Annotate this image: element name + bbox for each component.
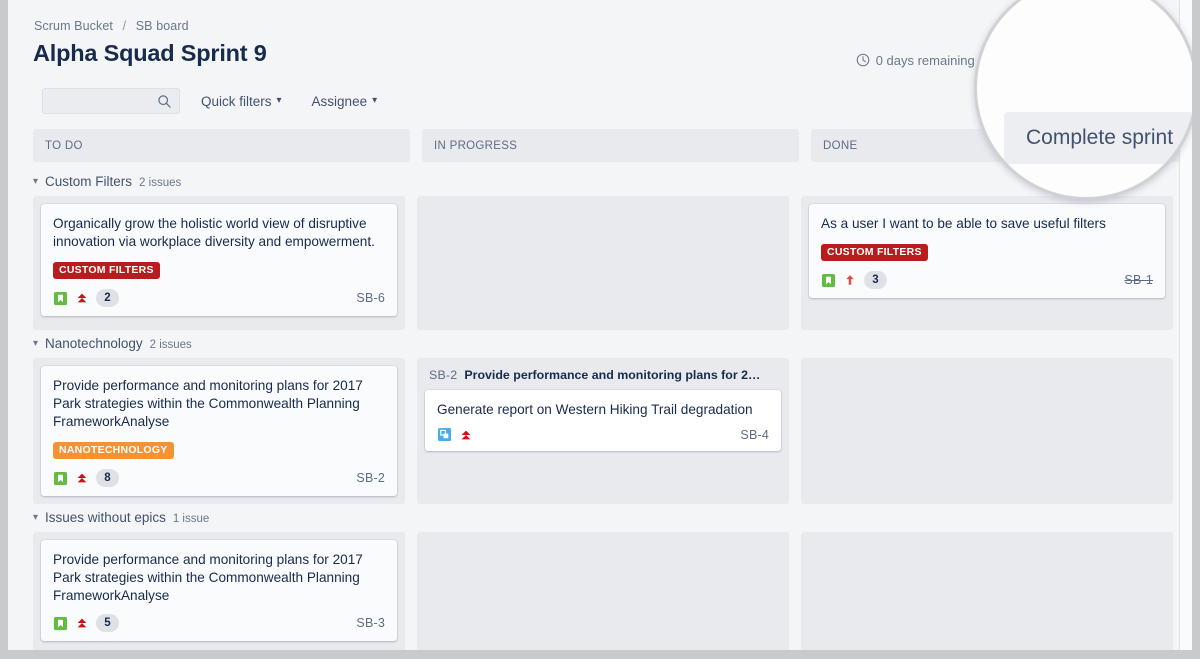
epic-label[interactable]: CUSTOM FILTERS <box>53 262 160 279</box>
swimlane-name: Custom Filters <box>45 174 132 189</box>
issue-key[interactable]: SB-2 <box>356 471 385 485</box>
breadcrumb-project[interactable]: Scrum Bucket <box>34 19 113 33</box>
priority-high-icon <box>843 273 857 287</box>
issue-key[interactable]: SB-1 <box>1124 273 1153 287</box>
story-icon <box>53 471 68 486</box>
lane-cell-todo[interactable]: Provide performance and monitoring plans… <box>33 532 405 650</box>
issue-card-footer: 2 SB-6 <box>53 289 385 307</box>
lane-cell-done[interactable]: As a user I want to be able to save usef… <box>801 196 1173 330</box>
magnifier-content: Complete sprint <box>977 0 1192 200</box>
parent-issue-key[interactable]: SB-2 <box>429 368 457 382</box>
lane-cell-inprogress[interactable] <box>417 196 789 330</box>
lane-cell-inprogress[interactable]: SB-2 Provide performance and monitoring … <box>417 358 789 504</box>
issue-key[interactable]: SB-3 <box>356 616 385 630</box>
parent-issue-summary: Provide performance and monitoring plans… <box>464 368 764 382</box>
chevron-down-icon[interactable]: ▾ <box>33 177 38 187</box>
chevron-down-icon: ▾ <box>277 96 282 106</box>
priority-highest-icon <box>75 291 89 305</box>
issue-card[interactable]: As a user I want to be able to save usef… <box>809 204 1165 298</box>
swimlane-header[interactable]: ▾ Nanotechnology 2 issues <box>33 330 1173 358</box>
column-header-label: IN PROGRESS <box>434 140 517 152</box>
issue-card-footer: 5 SB-3 <box>53 614 385 632</box>
quick-filters-dropdown[interactable]: Quick filters ▾ <box>192 89 291 114</box>
story-icon <box>821 273 836 288</box>
epic-label[interactable]: NANOTECHNOLOGY <box>53 442 174 459</box>
page-title: Alpha Squad Sprint 9 <box>33 40 267 67</box>
swimlane-row: Provide performance and monitoring plans… <box>33 358 1173 504</box>
story-points-badge: 2 <box>96 289 119 307</box>
lane-cell-done[interactable] <box>801 532 1173 650</box>
browser-window: Scrum Bucket / SB board Alpha Squad Spri… <box>8 0 1192 650</box>
issue-summary: Provide performance and monitoring plans… <box>53 377 385 431</box>
clock-icon <box>856 53 870 67</box>
issue-summary: Organically grow the holistic world view… <box>53 215 385 251</box>
column-header-label: TO DO <box>45 140 83 152</box>
story-icon <box>53 291 68 306</box>
lane-cell-done[interactable] <box>801 358 1173 504</box>
swimlane-issue-count: 2 issues <box>139 177 181 189</box>
priority-highest-icon <box>459 428 473 442</box>
issue-summary: Generate report on Western Hiking Trail … <box>437 401 769 419</box>
issue-card-footer: SB-4 <box>437 427 769 442</box>
issue-card-footer: 3 SB-1 <box>821 271 1153 289</box>
search-icon <box>157 94 172 109</box>
search-field[interactable] <box>42 88 180 114</box>
subtask-parent-group: SB-2 Provide performance and monitoring … <box>425 366 781 451</box>
swimlane-name: Nanotechnology <box>45 336 143 351</box>
epic-label[interactable]: CUSTOM FILTERS <box>821 244 928 261</box>
board-swimlanes: ▾ Custom Filters 2 issues Organically gr… <box>33 168 1173 650</box>
issue-key[interactable]: SB-4 <box>740 428 769 442</box>
empty-lane-cell <box>809 540 1165 650</box>
issue-summary: As a user I want to be able to save usef… <box>821 215 1153 233</box>
quick-filters-label: Quick filters <box>201 94 272 109</box>
swimlane-name: Issues without epics <box>45 510 166 525</box>
issue-key[interactable]: SB-6 <box>356 291 385 305</box>
assignee-dropdown[interactable]: Assignee ▾ <box>303 89 387 114</box>
breadcrumb-separator: / <box>123 19 127 33</box>
swimlane-nanotechnology: ▾ Nanotechnology 2 issues Provide perfor… <box>33 330 1173 504</box>
swimlane-row: Provide performance and monitoring plans… <box>33 532 1173 650</box>
issue-summary: Provide performance and monitoring plans… <box>53 551 385 605</box>
issue-card[interactable]: Organically grow the holistic world view… <box>41 204 397 316</box>
issue-card-footer: 8 SB-2 <box>53 469 385 487</box>
story-points-badge: 8 <box>96 469 119 487</box>
lane-cell-inprogress[interactable] <box>417 532 789 650</box>
empty-lane-cell <box>425 204 781 322</box>
column-header-label: DONE <box>823 140 857 152</box>
chevron-down-icon[interactable]: ▾ <box>33 339 38 349</box>
issue-card[interactable]: Generate report on Western Hiking Trail … <box>425 390 781 451</box>
breadcrumb-board[interactable]: SB board <box>136 19 189 33</box>
swimlane-issues-without-epics: ▾ Issues without epics 1 issue Provide p… <box>33 504 1173 650</box>
scrum-board: Scrum Bucket / SB board Alpha Squad Spri… <box>8 0 1180 650</box>
filter-bar: Quick filters ▾ Assignee ▾ <box>42 88 386 114</box>
column-header-inprogress[interactable]: IN PROGRESS <box>422 129 799 162</box>
parent-issue-bar[interactable]: SB-2 Provide performance and monitoring … <box>425 366 781 390</box>
story-icon <box>53 616 68 631</box>
issue-card[interactable]: Provide performance and monitoring plans… <box>41 366 397 496</box>
window-bottom-edge <box>0 650 1200 659</box>
issue-card[interactable]: Provide performance and monitoring plans… <box>41 540 397 641</box>
magnifier-loupe: Complete sprint <box>974 0 1192 200</box>
days-remaining-label: 0 days remaining <box>876 53 975 68</box>
chevron-down-icon[interactable]: ▾ <box>33 513 38 523</box>
days-remaining: 0 days remaining <box>856 53 975 68</box>
lane-cell-todo[interactable]: Organically grow the holistic world view… <box>33 196 405 330</box>
complete-sprint-button-magnified[interactable]: Complete sprint <box>1004 112 1192 164</box>
story-points-badge: 5 <box>96 614 119 632</box>
subtask-icon <box>437 427 452 442</box>
empty-lane-cell <box>809 366 1165 484</box>
lane-cell-todo[interactable]: Provide performance and monitoring plans… <box>33 358 405 504</box>
priority-highest-icon <box>75 616 89 630</box>
story-points-badge: 3 <box>864 271 887 289</box>
swimlane-issue-count: 2 issues <box>150 339 192 351</box>
assignee-label: Assignee <box>312 94 368 109</box>
column-header-todo[interactable]: TO DO <box>33 129 410 162</box>
priority-highest-icon <box>75 471 89 485</box>
swimlane-row: Organically grow the holistic world view… <box>33 196 1173 330</box>
swimlane-header[interactable]: ▾ Issues without epics 1 issue <box>33 504 1173 532</box>
chevron-down-icon: ▾ <box>372 96 377 106</box>
empty-lane-cell <box>425 540 781 650</box>
swimlane-issue-count: 1 issue <box>173 513 209 525</box>
breadcrumb: Scrum Bucket / SB board <box>34 19 189 33</box>
